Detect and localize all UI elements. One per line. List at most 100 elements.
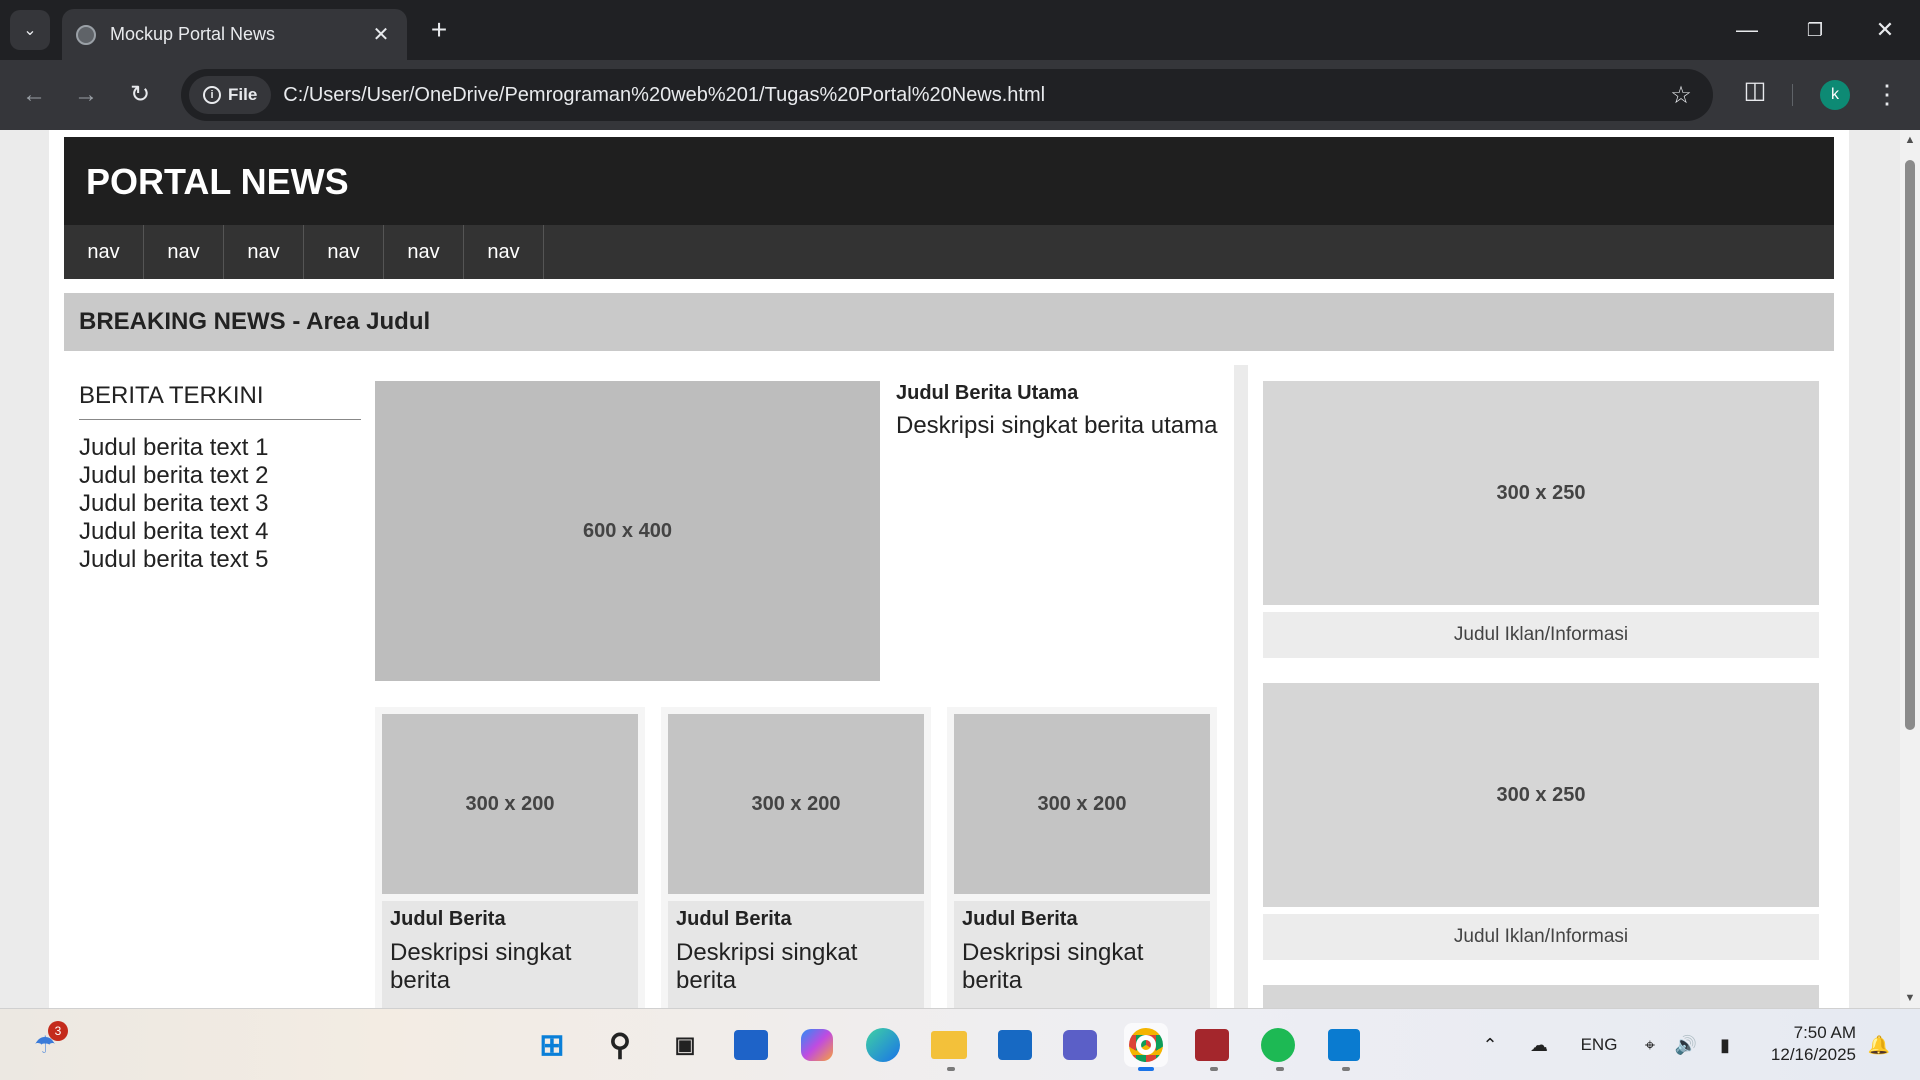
search-icon[interactable]: ⚲ xyxy=(598,1023,642,1067)
page-viewport: PORTAL NEWS nav nav nav nav nav nav BREA… xyxy=(0,130,1920,1008)
back-arrow-icon[interactable]: ← xyxy=(14,75,54,115)
tab-close-icon[interactable]: ✕ xyxy=(369,22,393,47)
active-indicator xyxy=(1138,1067,1154,1071)
ad-placeholder[interactable]: 300 x 250 xyxy=(1263,683,1819,907)
reload-icon[interactable]: ↻ xyxy=(120,75,160,115)
store-icon[interactable] xyxy=(729,1023,773,1067)
ad-caption: Judul Iklan/Informasi xyxy=(1263,612,1819,658)
scroll-thumb[interactable] xyxy=(1905,160,1915,730)
scroll-up-arrow-icon[interactable]: ▲ xyxy=(1904,134,1916,146)
minimize-icon[interactable]: — xyxy=(1722,10,1772,50)
clock-time: 7:50 AM xyxy=(1793,1023,1856,1042)
window-close-icon[interactable]: ✕ xyxy=(1860,10,1910,50)
browser-tab[interactable]: Mockup Portal News ✕ xyxy=(62,9,407,60)
card-description: Deskripsi singkat berita xyxy=(962,939,1144,994)
volume-icon[interactable]: 🔊 xyxy=(1672,1029,1700,1061)
spotify-icon[interactable] xyxy=(1256,1023,1300,1067)
column-gap xyxy=(1234,365,1248,1008)
teams-icon[interactable] xyxy=(1058,1023,1102,1067)
card-text: Judul Berita Deskripsi singkat berita xyxy=(954,901,1210,1008)
forward-arrow-icon[interactable]: → xyxy=(66,75,106,115)
site-nav-item[interactable]: nav xyxy=(304,225,384,279)
running-indicator xyxy=(947,1067,955,1071)
list-item[interactable]: Judul berita text 4 xyxy=(79,518,268,546)
bookmark-star-icon[interactable]: ☆ xyxy=(1661,81,1701,110)
card-title[interactable]: Judul Berita xyxy=(390,908,630,931)
profile-avatar[interactable]: k xyxy=(1820,80,1850,110)
card-description: Deskripsi singkat berita xyxy=(390,939,572,994)
restore-icon[interactable]: ❐ xyxy=(1790,10,1840,50)
windows-taskbar: ☂ 3 ⊞ ⚲ ▣ ⌃ ☁ ENG ⌖ 🔊 ▮ 7:50 AM 12/16/20… xyxy=(0,1008,1920,1080)
chevron-up-icon[interactable]: ⌃ xyxy=(1476,1029,1504,1061)
site-title: PORTAL NEWS xyxy=(86,161,349,202)
berita-terkini-list: Judul berita text 1 Judul berita text 2 … xyxy=(79,434,268,574)
list-item[interactable]: Judul berita text 3 xyxy=(79,490,268,518)
task-view-icon[interactable]: ▣ xyxy=(663,1023,707,1067)
wifi-icon[interactable]: ⌖ xyxy=(1636,1029,1664,1061)
site-info-chip[interactable]: i File xyxy=(189,76,272,114)
list-item[interactable]: Judul berita text 5 xyxy=(79,546,268,574)
notification-badge: 3 xyxy=(48,1021,68,1041)
running-indicator xyxy=(1342,1067,1350,1071)
site-nav-item[interactable]: nav xyxy=(144,225,224,279)
address-bar[interactable]: i File C:/Users/User/OneDrive/Pemrograma… xyxy=(181,69,1713,121)
running-indicator xyxy=(1210,1067,1218,1071)
edge-icon[interactable] xyxy=(861,1023,905,1067)
hero-title[interactable]: Judul Berita Utama xyxy=(896,382,1078,405)
card-image-placeholder: 300 x 200 xyxy=(668,714,924,894)
site-nav: nav nav nav nav nav nav xyxy=(64,225,1834,279)
browser-tab-bar: ⌄ Mockup Portal News ✕ + — ❐ ✕ xyxy=(0,0,1920,60)
tab-title: Mockup Portal News xyxy=(110,24,276,44)
language-indicator[interactable]: ENG xyxy=(1574,1029,1624,1061)
new-tab-button[interactable]: + xyxy=(424,14,454,46)
tab-search-chevron-icon[interactable]: ⌄ xyxy=(10,10,50,50)
divider xyxy=(79,419,361,420)
card-title[interactable]: Judul Berita xyxy=(676,908,916,931)
start-windows-icon[interactable]: ⊞ xyxy=(530,1023,574,1067)
browser-menu-icon[interactable]: ⋮ xyxy=(1872,76,1902,112)
card-image-placeholder: 300 x 200 xyxy=(954,714,1210,894)
access-icon[interactable] xyxy=(1190,1023,1234,1067)
clock[interactable]: 7:50 AM 12/16/2025 xyxy=(1760,1022,1856,1066)
file-explorer-icon[interactable] xyxy=(927,1023,971,1067)
clock-date: 12/16/2025 xyxy=(1770,1045,1856,1064)
site-nav-item[interactable]: nav xyxy=(64,225,144,279)
notification-bell-icon[interactable]: 🔔 xyxy=(1866,1029,1892,1061)
site-chip-label: File xyxy=(228,85,258,104)
scroll-down-arrow-icon[interactable]: ▼ xyxy=(1904,992,1916,1004)
list-item[interactable]: Judul berita text 1 xyxy=(79,434,268,462)
site-nav-item[interactable]: nav xyxy=(224,225,304,279)
vscode-icon[interactable] xyxy=(1322,1023,1366,1067)
card-text: Judul Berita Deskripsi singkat berita xyxy=(668,901,924,1008)
globe-icon xyxy=(76,24,96,45)
ad-placeholder-partial xyxy=(1263,985,1819,1008)
card-text: Judul Berita Deskripsi singkat berita xyxy=(382,901,638,1008)
hero-image-placeholder: 600 x 400 xyxy=(375,381,880,681)
running-indicator xyxy=(1276,1067,1284,1071)
hero-description: Deskripsi singkat berita utama xyxy=(896,412,1218,439)
site-header: PORTAL NEWS xyxy=(64,137,1834,225)
ad-caption: Judul Iklan/Informasi xyxy=(1263,914,1819,960)
card-title[interactable]: Judul Berita xyxy=(962,908,1202,931)
site-nav-item[interactable]: nav xyxy=(464,225,544,279)
ad-placeholder[interactable]: 300 x 250 xyxy=(1263,381,1819,605)
card-image-placeholder: 300 x 200 xyxy=(382,714,638,894)
page-scrollbar[interactable]: ▲ ▼ xyxy=(1900,130,1920,1008)
news-card[interactable]: 300 x 200 Judul Berita Deskripsi singkat… xyxy=(947,707,1217,1008)
url-text[interactable]: C:/Users/User/OneDrive/Pemrograman%20web… xyxy=(283,84,1661,107)
list-item[interactable]: Judul berita text 2 xyxy=(79,462,268,490)
site-nav-item[interactable]: nav xyxy=(384,225,464,279)
copilot-icon[interactable] xyxy=(795,1023,839,1067)
battery-icon[interactable]: ▮ xyxy=(1710,1029,1740,1061)
news-card[interactable]: 300 x 200 Judul Berita Deskripsi singkat… xyxy=(661,707,931,1008)
extensions-puzzle-icon[interactable]: ◫ xyxy=(1737,76,1773,112)
ad-sidebar: 300 x 250 Judul Iklan/Informasi 300 x 25… xyxy=(1248,365,1834,1008)
toolbar-divider xyxy=(1792,84,1793,106)
chrome-icon[interactable] xyxy=(1124,1023,1168,1067)
outlook-icon[interactable] xyxy=(993,1023,1037,1067)
page-container: PORTAL NEWS nav nav nav nav nav nav BREA… xyxy=(49,130,1849,1008)
card-description: Deskripsi singkat berita xyxy=(676,939,858,994)
news-card[interactable]: 300 x 200 Judul Berita Deskripsi singkat… xyxy=(375,707,645,1008)
onedrive-cloud-icon[interactable]: ☁ xyxy=(1524,1029,1554,1061)
browser-toolbar: ← → ↻ i File C:/Users/User/OneDrive/Pemr… xyxy=(0,60,1920,130)
